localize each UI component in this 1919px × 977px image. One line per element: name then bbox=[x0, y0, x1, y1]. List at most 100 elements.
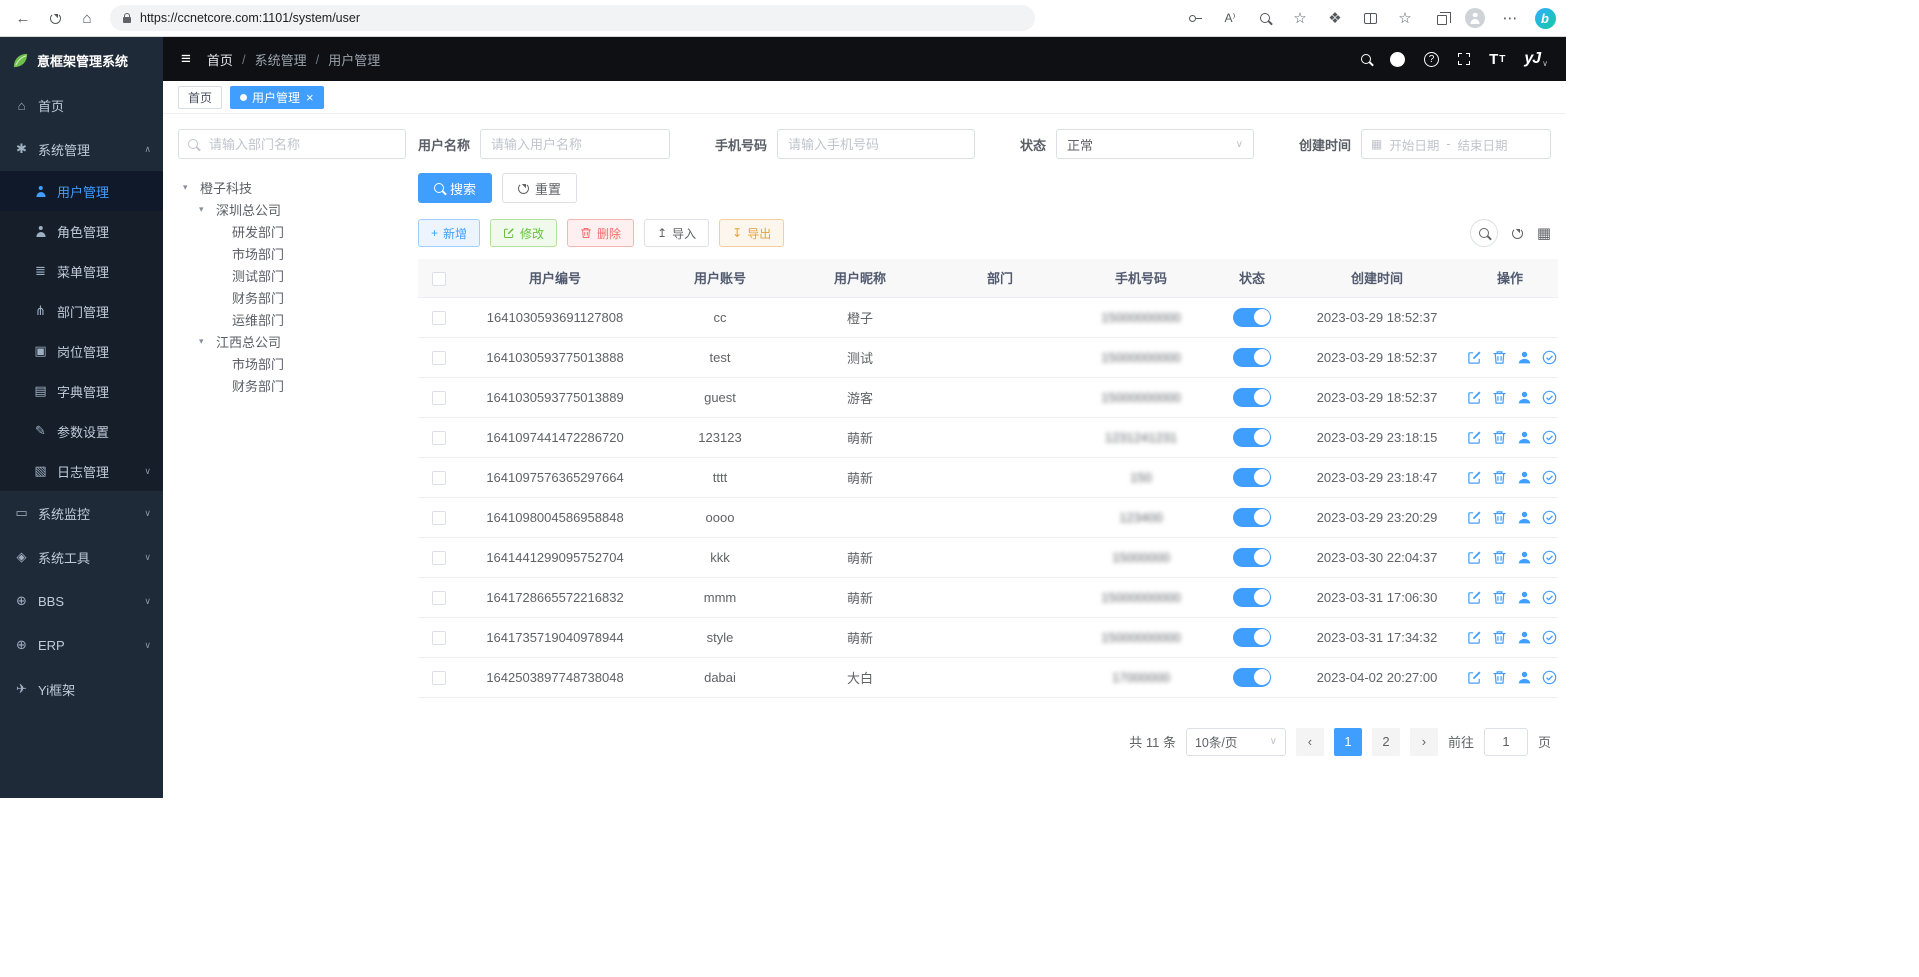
row-checkbox[interactable] bbox=[432, 431, 446, 445]
delete-icon[interactable] bbox=[1492, 590, 1507, 605]
sidebar-item-posts[interactable]: ▣ 岗位管理 bbox=[0, 331, 163, 371]
status-toggle[interactable] bbox=[1233, 388, 1271, 407]
refresh-table-icon[interactable] bbox=[1512, 228, 1523, 239]
caret-down-icon[interactable]: ▾ bbox=[199, 336, 216, 347]
assign-role-icon[interactable] bbox=[1542, 350, 1557, 365]
edit-icon[interactable] bbox=[1467, 630, 1482, 645]
table-row[interactable]: 1641097576365297664 tttt 萌新 150 2023-03-… bbox=[418, 457, 1558, 497]
favorites-bar-icon[interactable]: ☆ bbox=[1392, 3, 1418, 33]
export-button[interactable]: ↧导出 bbox=[719, 219, 784, 247]
row-checkbox[interactable] bbox=[432, 631, 446, 645]
status-toggle[interactable] bbox=[1233, 308, 1271, 327]
table-row[interactable]: 1641735719040978944 style 萌新 15000000000… bbox=[418, 617, 1558, 657]
sidebar-item-users[interactable]: 用户管理 bbox=[0, 171, 163, 211]
tree-node[interactable]: ▾深圳总公司 bbox=[178, 198, 406, 220]
status-toggle[interactable] bbox=[1233, 348, 1271, 367]
next-page-button[interactable]: › bbox=[1410, 728, 1438, 756]
delete-icon[interactable] bbox=[1492, 510, 1507, 525]
sidebar-item-dictionary[interactable]: ▤ 字典管理 bbox=[0, 371, 163, 411]
home-icon[interactable]: ⌂ bbox=[72, 3, 102, 33]
status-toggle[interactable] bbox=[1233, 588, 1271, 607]
profile-avatar[interactable] bbox=[1462, 3, 1488, 33]
assign-role-icon[interactable] bbox=[1542, 670, 1557, 685]
table-row[interactable]: 1641728665572216832 mmm 萌新 15000000000 2… bbox=[418, 577, 1558, 617]
table-row[interactable]: 1641030593691127808 cc 橙子 15000000000 20… bbox=[418, 297, 1558, 337]
password-key-icon[interactable] bbox=[1182, 3, 1208, 33]
add-favorite-icon[interactable]: ☆ bbox=[1287, 3, 1313, 33]
assign-role-icon[interactable] bbox=[1542, 550, 1557, 565]
tree-node[interactable]: 市场部门 bbox=[178, 242, 406, 264]
search-button[interactable]: 搜索 bbox=[418, 173, 492, 203]
extensions-icon[interactable]: ❖ bbox=[1322, 3, 1348, 33]
goto-page-input[interactable] bbox=[1484, 728, 1528, 756]
bing-icon[interactable]: b bbox=[1532, 3, 1558, 33]
user-avatar[interactable]: yJ∨ bbox=[1524, 50, 1548, 68]
table-row[interactable]: 1641097441472286720 123123 萌新 1231241231… bbox=[418, 417, 1558, 457]
reset-button[interactable]: 重置 bbox=[502, 173, 577, 203]
tab-home[interactable]: 首页 bbox=[178, 86, 222, 109]
reset-password-icon[interactable] bbox=[1517, 670, 1532, 685]
edit-icon[interactable] bbox=[1467, 510, 1482, 525]
tree-node[interactable]: 测试部门 bbox=[178, 264, 406, 286]
sidebar-item-menus[interactable]: ≣ 菜单管理 bbox=[0, 251, 163, 291]
status-toggle[interactable] bbox=[1233, 468, 1271, 487]
select-all-checkbox[interactable] bbox=[432, 272, 446, 286]
date-range-picker[interactable]: ▦ 开始日期 - 结束日期 bbox=[1361, 129, 1551, 159]
delete-icon[interactable] bbox=[1492, 670, 1507, 685]
edit-icon[interactable] bbox=[1467, 430, 1482, 445]
caret-down-icon[interactable]: ▾ bbox=[199, 204, 216, 215]
row-checkbox[interactable] bbox=[432, 311, 446, 325]
sidebar-item-bbs[interactable]: ⊕ BBS ∨ bbox=[0, 579, 163, 623]
row-checkbox[interactable] bbox=[432, 551, 446, 565]
delete-button[interactable]: 删除 bbox=[567, 219, 634, 247]
tree-node[interactable]: ▾橙子科技 bbox=[178, 176, 406, 198]
reset-password-icon[interactable] bbox=[1517, 350, 1532, 365]
menu-fold-icon[interactable]: ≡ bbox=[181, 49, 191, 69]
row-checkbox[interactable] bbox=[432, 351, 446, 365]
import-button[interactable]: ↥导入 bbox=[644, 219, 709, 247]
github-icon[interactable] bbox=[1390, 52, 1405, 67]
assign-role-icon[interactable] bbox=[1542, 510, 1557, 525]
row-checkbox[interactable] bbox=[432, 671, 446, 685]
row-checkbox[interactable] bbox=[432, 471, 446, 485]
reset-password-icon[interactable] bbox=[1517, 470, 1532, 485]
sidebar-item-tools[interactable]: ◈ 系统工具 ∨ bbox=[0, 535, 163, 579]
reset-password-icon[interactable] bbox=[1517, 630, 1532, 645]
close-icon[interactable]: × bbox=[306, 90, 314, 105]
reset-password-icon[interactable] bbox=[1517, 590, 1532, 605]
address-bar[interactable]: https://ccnetcore.com:1101/system/user bbox=[110, 5, 1035, 31]
tree-node[interactable]: 财务部门 bbox=[178, 286, 406, 308]
phone-input[interactable] bbox=[777, 129, 975, 159]
page-button-1[interactable]: 1 bbox=[1334, 728, 1362, 756]
tree-node[interactable]: ▾江西总公司 bbox=[178, 330, 406, 352]
username-input[interactable] bbox=[480, 129, 670, 159]
tab-user-management[interactable]: 用户管理 × bbox=[230, 86, 324, 109]
sidebar-item-yi-framework[interactable]: ✈ Yi框架 bbox=[0, 667, 163, 711]
tree-node[interactable]: 财务部门 bbox=[178, 374, 406, 396]
read-aloud-icon[interactable]: A⁾ bbox=[1217, 3, 1243, 33]
edit-icon[interactable] bbox=[1467, 670, 1482, 685]
table-row[interactable]: 1642503897748738048 dabai 大白 17000000 20… bbox=[418, 657, 1558, 697]
table-row[interactable]: 1641030593775013889 guest 游客 15000000000… bbox=[418, 377, 1558, 417]
page-button-2[interactable]: 2 bbox=[1372, 728, 1400, 756]
sidebar-item-erp[interactable]: ⊕ ERP ∨ bbox=[0, 623, 163, 667]
add-button[interactable]: +新增 bbox=[418, 219, 480, 247]
status-select[interactable]: 正常 ∨ bbox=[1056, 129, 1254, 159]
split-screen-icon[interactable] bbox=[1357, 3, 1383, 33]
help-icon[interactable]: ? bbox=[1424, 52, 1439, 67]
reset-password-icon[interactable] bbox=[1517, 550, 1532, 565]
tree-node[interactable]: 运维部门 bbox=[178, 308, 406, 330]
assign-role-icon[interactable] bbox=[1542, 470, 1557, 485]
collections-icon[interactable] bbox=[1427, 3, 1453, 33]
assign-role-icon[interactable] bbox=[1542, 390, 1557, 405]
edit-icon[interactable] bbox=[1467, 590, 1482, 605]
sidebar-item-parameters[interactable]: ✎ 参数设置 bbox=[0, 411, 163, 451]
sidebar-item-monitor[interactable]: ▭ 系统监控 ∨ bbox=[0, 491, 163, 535]
row-checkbox[interactable] bbox=[432, 511, 446, 525]
assign-role-icon[interactable] bbox=[1542, 590, 1557, 605]
sidebar-item-home[interactable]: ⌂ 首页 bbox=[0, 83, 163, 127]
sidebar-item-logs[interactable]: ▧ 日志管理 ∨ bbox=[0, 451, 163, 491]
sidebar-item-system[interactable]: ✱ 系统管理 ∧ bbox=[0, 127, 163, 171]
tree-node[interactable]: 研发部门 bbox=[178, 220, 406, 242]
zoom-icon[interactable] bbox=[1252, 3, 1278, 33]
